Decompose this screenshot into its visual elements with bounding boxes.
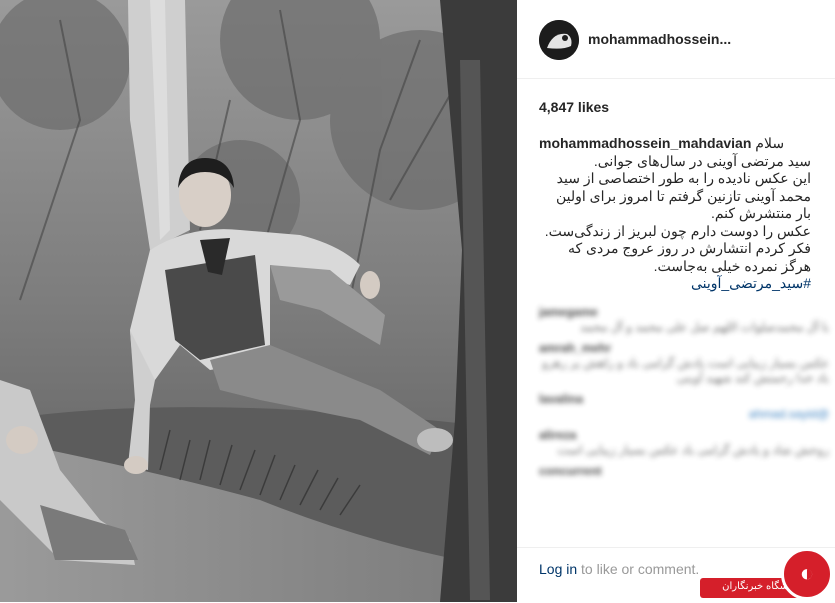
- watermark-icon: ◐: [781, 548, 833, 600]
- comment-username[interactable]: jamegame: [539, 305, 829, 320]
- caption-hashtag[interactable]: #سید_مرتضی_آوینی: [539, 275, 811, 293]
- post-photo: [0, 0, 517, 602]
- post-sidebar: mohammadhossein... 4,847 likes mohammadh…: [517, 0, 835, 602]
- comments-list: jamegame با آل محمدصلوات اللهم صل علی مح…: [539, 305, 829, 545]
- comment-username[interactable]: amrah_mehr: [539, 341, 829, 356]
- comment-item: alireza روحش شاد و یادش گرامی باد عکس بس…: [539, 428, 829, 458]
- comment-item: lavalina @ahmad.sayid: [539, 392, 829, 422]
- comment-item: amrah_mehr عکس بسیار زیبایی است یادش گرا…: [539, 341, 829, 386]
- photo-image: [0, 0, 517, 602]
- caption-line: عکس را دوست دارم چون لبریز از زندگی‌ست. …: [544, 222, 811, 274]
- post-caption: mohammadhossein_mahdavian سلام سید مرتضی…: [539, 135, 811, 293]
- comment-text[interactable]: @ahmad.sayid: [539, 407, 829, 422]
- caption-username[interactable]: mohammadhossein_mahdavian: [539, 135, 751, 151]
- avatar-image: [539, 20, 579, 60]
- login-prompt-text: to like or comment.: [577, 561, 700, 577]
- comment-text: عکس بسیار زیبایی است یادش گرامی باد و را…: [542, 356, 829, 385]
- comment-username[interactable]: lavalina: [539, 392, 829, 407]
- avatar[interactable]: [539, 20, 579, 60]
- comment-item: concurrent: [539, 464, 829, 479]
- comment-text: با آل محمدصلوات اللهم صل علی محمد و آل م…: [579, 320, 829, 334]
- comment-item: jamegame با آل محمدصلوات اللهم صل علی مح…: [539, 305, 829, 335]
- login-prompt: Log in to like or comment.: [539, 561, 699, 577]
- comment-username[interactable]: concurrent: [539, 464, 829, 479]
- caption-greeting: سلام: [755, 135, 785, 151]
- post-header: mohammadhossein...: [517, 0, 835, 79]
- login-link[interactable]: Log in: [539, 561, 577, 577]
- comment-username[interactable]: alireza: [539, 428, 829, 443]
- watermark-logo: باشگاه خبرنگاران ◐: [700, 544, 835, 602]
- likes-count[interactable]: 4,847 likes: [539, 99, 609, 115]
- post-username[interactable]: mohammadhossein...: [588, 31, 731, 47]
- caption-line: این عکس نادیده را به طور اختصاصی از سید …: [555, 170, 811, 221]
- comment-text: روحش شاد و یادش گرامی باد عکس بسیار زیبا…: [557, 443, 829, 457]
- caption-line: سید مرتضی آوینی در سال‌های جوانی.: [593, 152, 811, 169]
